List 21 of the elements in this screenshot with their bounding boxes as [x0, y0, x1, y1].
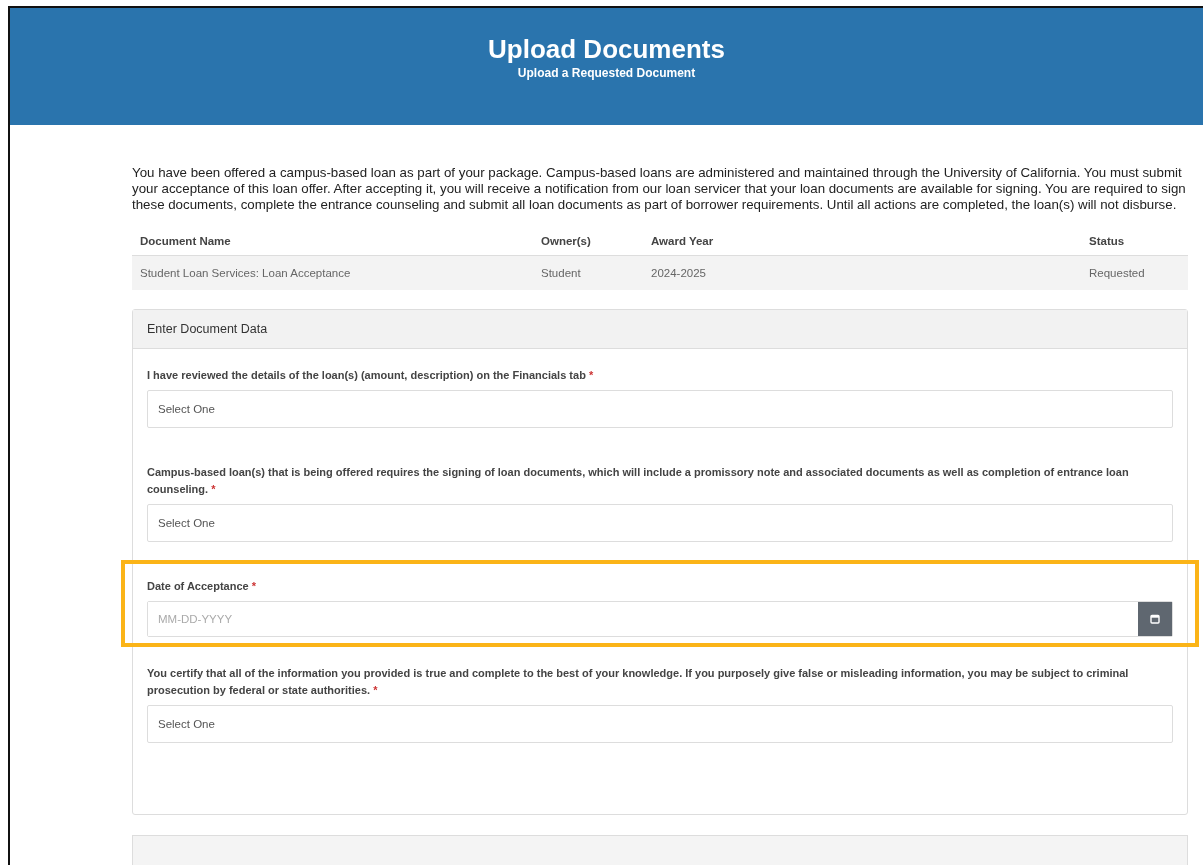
calendar-icon — [1150, 614, 1160, 624]
select-field[interactable]: Select One — [147, 705, 1173, 743]
intro-paragraph: You have been offered a campus-based loan as part of your package. Campus-based loans are administered and maintained through the University of California. You must submit your acceptance of this loan offer. After accepting it, you will receive a notification from our loan servicer that your loan documents are available for signing. You are required to sign these documents, complete the entrance counseling and submit all loan documents as part of borrower requirements. Until all actions are completed, the loan(s) will not disburse. — [132, 165, 1187, 213]
page-title: Upload Documents — [488, 34, 725, 65]
select-field[interactable]: Select One — [147, 390, 1173, 428]
table-cell: Requested — [1081, 255, 1188, 290]
page-subtitle: Upload a Requested Document — [516, 66, 697, 80]
column-header: Document Name — [132, 227, 533, 256]
field-label: Campus-based loan(s) that is being offered requires the signing of loan documents, which will include a promissory note and associated documents as well as completion of entrance loan counseling. * — [147, 465, 1130, 497]
calendar-button[interactable] — [1138, 602, 1172, 636]
column-header: Award Year — [643, 227, 1081, 256]
table-cell: Student Loan Services: Loan Acceptance — [132, 255, 533, 290]
field-label: Date of Acceptance * — [147, 579, 258, 594]
column-header: Status — [1081, 227, 1188, 256]
column-header: Owner(s) — [533, 227, 643, 256]
table-cell: Student — [533, 255, 643, 290]
table-cell: 2024-2025 — [643, 255, 1081, 290]
field-label: You certify that all of the information you provided is true and complete to the best of your knowledge. If you purposely give false or misleading information, you may be subject to criminal prosecution by federal or state authorities. * — [147, 666, 1130, 698]
field-label: I have reviewed the details of the loan(s) (amount, description) on the Financials tab * — [147, 368, 595, 383]
select-field[interactable]: Select One — [147, 504, 1173, 542]
panel-title: Enter Document Data — [147, 322, 268, 336]
